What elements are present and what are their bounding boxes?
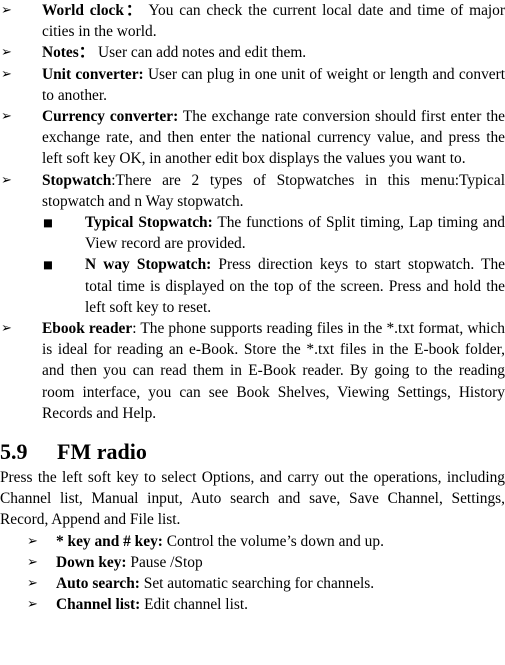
- list-item-term: Ebook reader: [42, 320, 133, 338]
- arrow-bullet-icon: ➢: [27, 576, 38, 592]
- list-item-description: :There are 2 types of Stopwatches in thi…: [42, 171, 505, 210]
- list-item-term: Notes：: [42, 44, 95, 62]
- arrow-bullet-icon: ➢: [1, 66, 12, 82]
- square-bullet-icon: ■: [43, 258, 53, 271]
- list-item: ■ Typical Stopwatch: The functions of Sp…: [0, 212, 505, 254]
- list-item-description: Set automatic searching for channels.: [139, 575, 375, 593]
- section-title: FM radio: [57, 439, 147, 465]
- stopwatch-sublist: ■ Typical Stopwatch: The functions of Sp…: [0, 212, 505, 318]
- arrow-bullet-icon: ➢: [27, 533, 38, 549]
- arrow-bullet-icon: ➢: [1, 3, 12, 18]
- list-item: ➢ Channel list: Edit channel list.: [0, 594, 505, 615]
- list-item-term: Channel list:: [56, 596, 141, 614]
- list-item-term: N way Stopwatch:: [85, 256, 212, 274]
- list-item-term: World clock：: [42, 2, 144, 19]
- arrow-bullet-icon: ➢: [27, 554, 38, 570]
- list-item-term: Unit converter:: [42, 65, 144, 83]
- list-item: ➢ Stopwatch:There are 2 types of Stopwat…: [0, 170, 505, 212]
- list-item: ➢ * key and # key: Control the volume’s …: [0, 531, 505, 552]
- list-item-description: Edit channel list.: [140, 596, 248, 614]
- fm-radio-keys-list: ➢ * key and # key: Control the volume’s …: [0, 531, 505, 616]
- list-item: ➢ Auto search: Set automatic searching f…: [0, 573, 505, 594]
- list-item-term: Auto search:: [56, 575, 140, 593]
- list-item: ➢ Down key: Pause /Stop: [0, 552, 505, 573]
- list-item-term: * key and # key:: [56, 532, 163, 550]
- list-item-term: Down key:: [56, 553, 127, 571]
- features-list: ➢ World clock： You can check the current…: [0, 0, 505, 212]
- square-bullet-icon: ■: [43, 216, 53, 229]
- section-heading: 5.9 FM radio: [0, 438, 505, 465]
- list-item-term: Currency converter:: [42, 108, 179, 126]
- list-item: ➢ Notes： User can add notes and edit the…: [0, 42, 505, 63]
- list-item: ➢ Currency converter: The exchange rate …: [0, 106, 505, 170]
- document-page: ➢ World clock： You can check the current…: [0, 0, 505, 665]
- fm-radio-intro-paragraph: Press the left soft key to select Option…: [0, 469, 505, 529]
- list-item-description: Control the volume’s down and up.: [162, 532, 384, 550]
- list-item-description: User can add notes and edit them.: [94, 44, 307, 62]
- section-number: 5.9: [0, 439, 28, 465]
- arrow-bullet-icon: ➢: [27, 597, 38, 613]
- list-item: ■ N way Stopwatch: Press direction keys …: [0, 254, 505, 318]
- list-item-description: Pause /Stop: [126, 553, 203, 571]
- list-item-term: Stopwatch: [42, 171, 112, 189]
- list-item-ebook-reader: ➢ Ebook reader: The phone supports readi…: [0, 318, 505, 424]
- list-item-term: Typical Stopwatch:: [85, 214, 213, 232]
- list-item: ➢ Unit converter: User can plug in one u…: [0, 64, 505, 106]
- arrow-bullet-icon: ➢: [1, 45, 12, 61]
- arrow-bullet-icon: ➢: [1, 321, 12, 337]
- arrow-bullet-icon: ➢: [1, 109, 12, 125]
- arrow-bullet-icon: ➢: [1, 172, 12, 188]
- list-item: ➢ World clock： You can check the current…: [0, 0, 505, 42]
